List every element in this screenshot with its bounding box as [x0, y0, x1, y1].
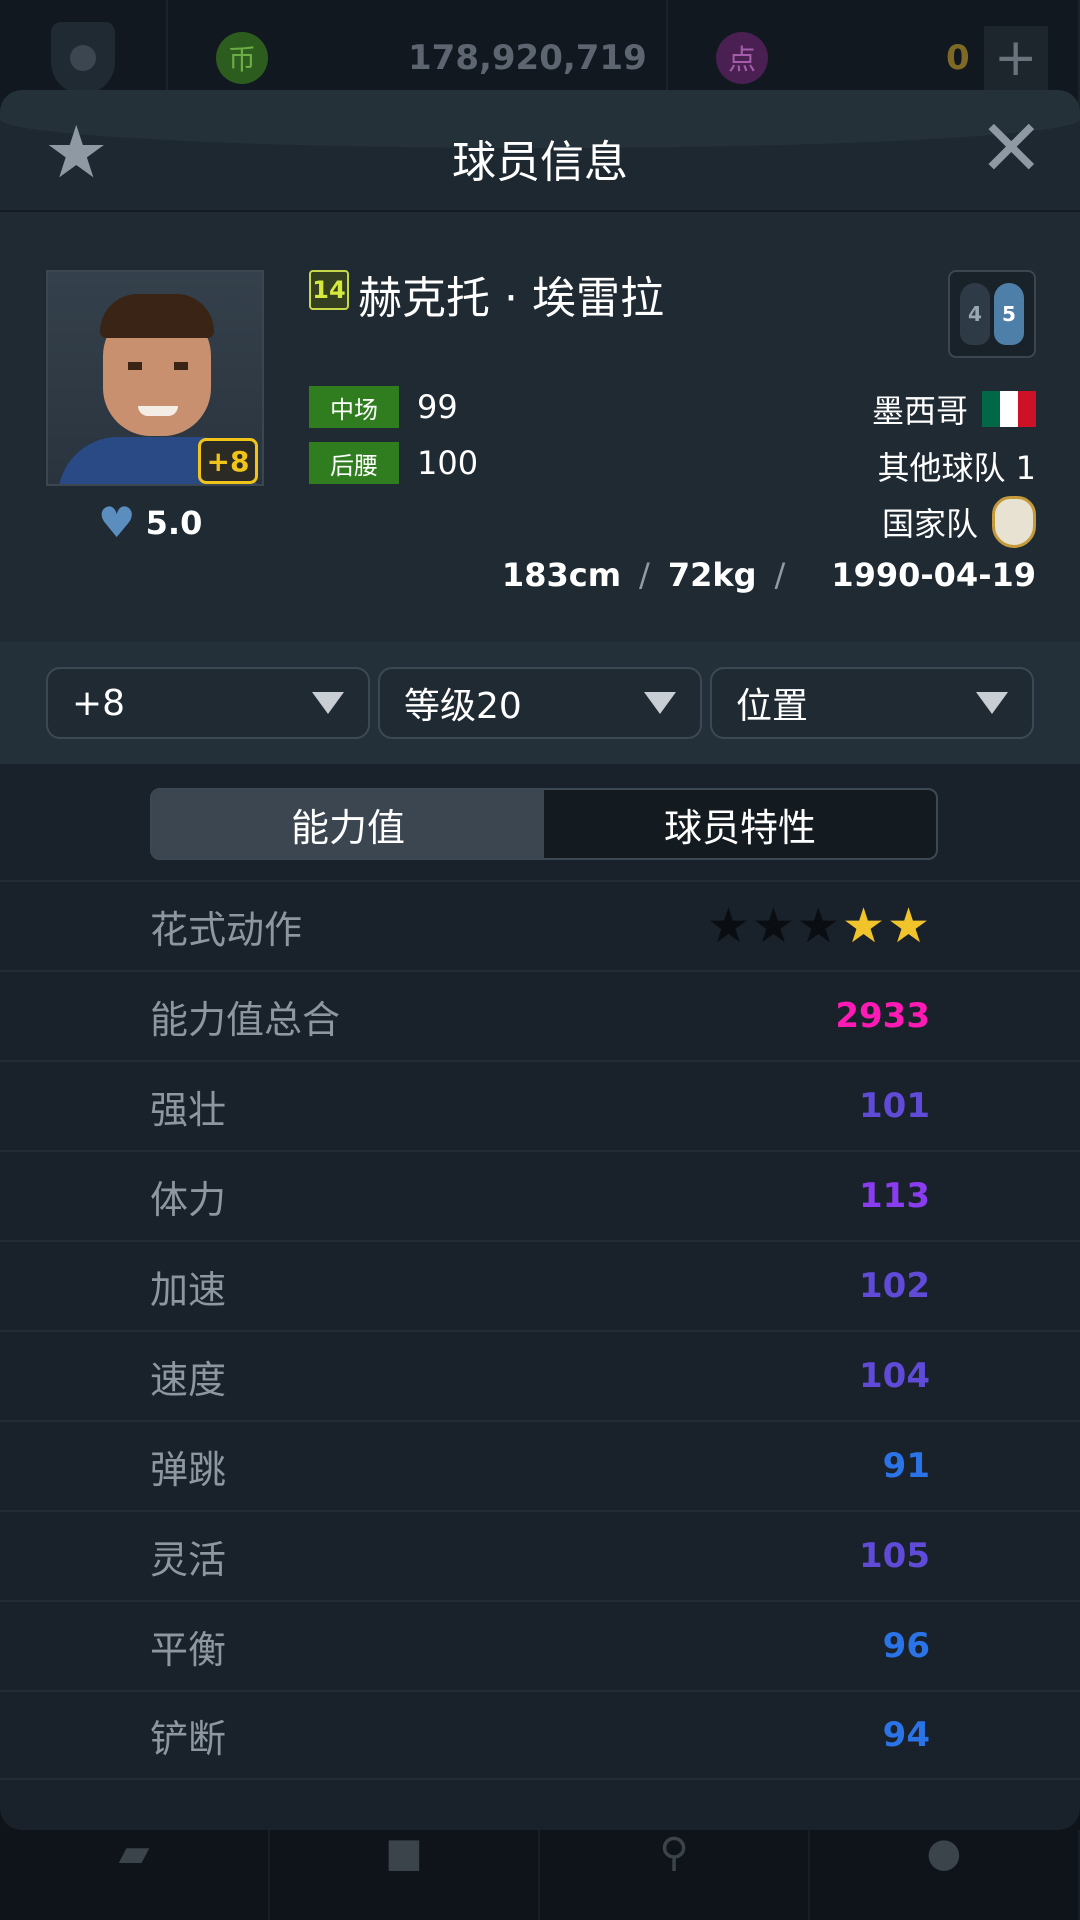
position-ovr: 99: [417, 388, 458, 426]
star-empty-icon: ★: [706, 898, 750, 954]
weak-foot-icon: 4: [960, 283, 990, 345]
list-item: 强壮 101: [0, 1060, 1080, 1150]
upgrade-dropdown-label: +8: [72, 682, 126, 724]
transfer-icon: ▰: [118, 1830, 150, 1876]
foot-rating: 4 5: [948, 270, 1036, 358]
season-badge: 14: [309, 270, 349, 310]
list-item: 花式动作 ★ ★ ★ ★ ★: [0, 880, 1080, 970]
nav-item-locker[interactable]: ■: [270, 1830, 540, 1920]
attribute-label: 体力: [150, 1177, 227, 1222]
list-item: 平衡 96: [0, 1600, 1080, 1690]
list-item: 铲断 94: [0, 1690, 1080, 1780]
list-item: 能力值总合 2933: [0, 970, 1080, 1060]
point-icon: 点: [716, 31, 768, 84]
manager-shield-icon: [51, 21, 115, 94]
list-item: 体力 113: [0, 1150, 1080, 1240]
nationality-label: 墨西哥: [871, 392, 968, 430]
attribute-value: 104: [859, 1356, 930, 1396]
modal-header: ★ 球员信息 ✕: [0, 90, 1080, 212]
club-label: 其他球队 1: [877, 449, 1036, 487]
skill-moves-label: 花式动作: [150, 907, 303, 952]
bottom-nav: ▰ ■ ⚲ ●: [0, 1830, 1080, 1920]
point-value: 0: [946, 37, 970, 78]
attribute-label: 速度: [150, 1357, 227, 1402]
level-dropdown[interactable]: 等级20: [378, 667, 702, 739]
star-empty-icon: ★: [751, 898, 795, 954]
position-badge: 后腰: [309, 442, 399, 484]
chevron-down-icon: [976, 692, 1008, 714]
modal-title: 球员信息: [452, 137, 628, 188]
position-dropdown[interactable]: 位置: [710, 667, 1034, 739]
attribute-value: 2933: [835, 996, 930, 1036]
list-item: 灵活 105: [0, 1510, 1080, 1600]
chevron-down-icon: [312, 692, 344, 714]
attribute-label: 强壮: [150, 1087, 227, 1132]
federation-crest-icon: [992, 496, 1036, 548]
attribute-label: 弹跳: [150, 1447, 227, 1492]
list-item: 加速 102: [0, 1240, 1080, 1330]
coin-value: 178,920,719: [408, 37, 647, 78]
position-row: 后腰 100: [309, 442, 478, 484]
position-row: 中场 99: [309, 386, 458, 428]
attribute-list: 花式动作 ★ ★ ★ ★ ★ 能力值总合 2933 强壮 101 体力 113 加速 102 速度 104…: [0, 880, 1080, 1780]
heart-icon: ♥: [98, 498, 136, 547]
nav-item-transfer[interactable]: ▰: [0, 1830, 270, 1920]
club: 其他球队 1: [877, 443, 1036, 489]
attribute-value: 91: [882, 1446, 930, 1486]
coin-shop-icon: ●: [926, 1830, 962, 1876]
attribute-value: 102: [859, 1266, 930, 1306]
like-value: 5.0: [145, 504, 203, 542]
attribute-label: 铲断: [150, 1716, 227, 1761]
attribute-label: 平衡: [150, 1627, 227, 1672]
height-value: 183cm: [501, 556, 622, 594]
star-filled-icon: ★: [886, 898, 930, 954]
tab-abilities[interactable]: 能力值: [152, 790, 544, 858]
national-team-label: 国家队: [881, 505, 978, 543]
mexico-flag-icon: [982, 391, 1036, 427]
add-points-button[interactable]: +: [983, 25, 1048, 90]
search-icon: ⚲: [659, 1830, 689, 1876]
player-photo: +8: [46, 270, 264, 486]
player-name: 赫克托 · 埃雷拉: [358, 273, 664, 324]
national-team: 国家队: [882, 496, 1036, 548]
star-empty-icon: ★: [796, 898, 840, 954]
attribute-value: 105: [859, 1536, 930, 1576]
attribute-label: 灵活: [150, 1537, 227, 1582]
skill-moves-stars: ★ ★ ★ ★ ★: [707, 902, 930, 950]
info-tabs: 能力值 球员特性: [150, 788, 938, 860]
attribute-value: 113: [859, 1176, 930, 1216]
upgrade-badge: +8: [198, 438, 258, 484]
weight-value: 72kg: [667, 556, 757, 594]
filter-bar: +8 等级20 位置: [0, 642, 1080, 764]
tab-traits[interactable]: 球员特性: [544, 790, 936, 858]
coin-icon: 币: [216, 31, 268, 84]
list-item: 弹跳 91: [0, 1420, 1080, 1510]
position-dropdown-label: 位置: [736, 686, 809, 727]
position-ovr: 100: [417, 444, 479, 482]
attribute-label: 加速: [150, 1267, 227, 1312]
nav-item-search[interactable]: ⚲: [540, 1830, 810, 1920]
position-badge: 中场: [309, 386, 399, 428]
star-filled-icon: ★: [841, 898, 885, 954]
attribute-value: 94: [882, 1715, 930, 1755]
attribute-label: 能力值总合: [150, 997, 341, 1042]
nav-item-coins[interactable]: ●: [810, 1830, 1080, 1920]
chevron-down-icon: [644, 692, 676, 714]
upgrade-dropdown[interactable]: +8: [46, 667, 370, 739]
list-item: 速度 104: [0, 1330, 1080, 1420]
strong-foot-icon: 5: [994, 283, 1024, 345]
nationality: 墨西哥: [872, 386, 1036, 432]
like-rating: ♥ 5.0: [98, 502, 202, 544]
attribute-value: 101: [859, 1086, 930, 1126]
physical-info: 183cm / 72kg / 1990-04-19: [501, 556, 1036, 594]
attribute-value: 96: [882, 1626, 930, 1666]
level-dropdown-label: 等级20: [404, 686, 522, 727]
lock-icon: ■: [385, 1830, 423, 1876]
close-icon[interactable]: ✕: [979, 110, 1044, 188]
birthdate-value: 1990-04-19: [831, 556, 1036, 594]
